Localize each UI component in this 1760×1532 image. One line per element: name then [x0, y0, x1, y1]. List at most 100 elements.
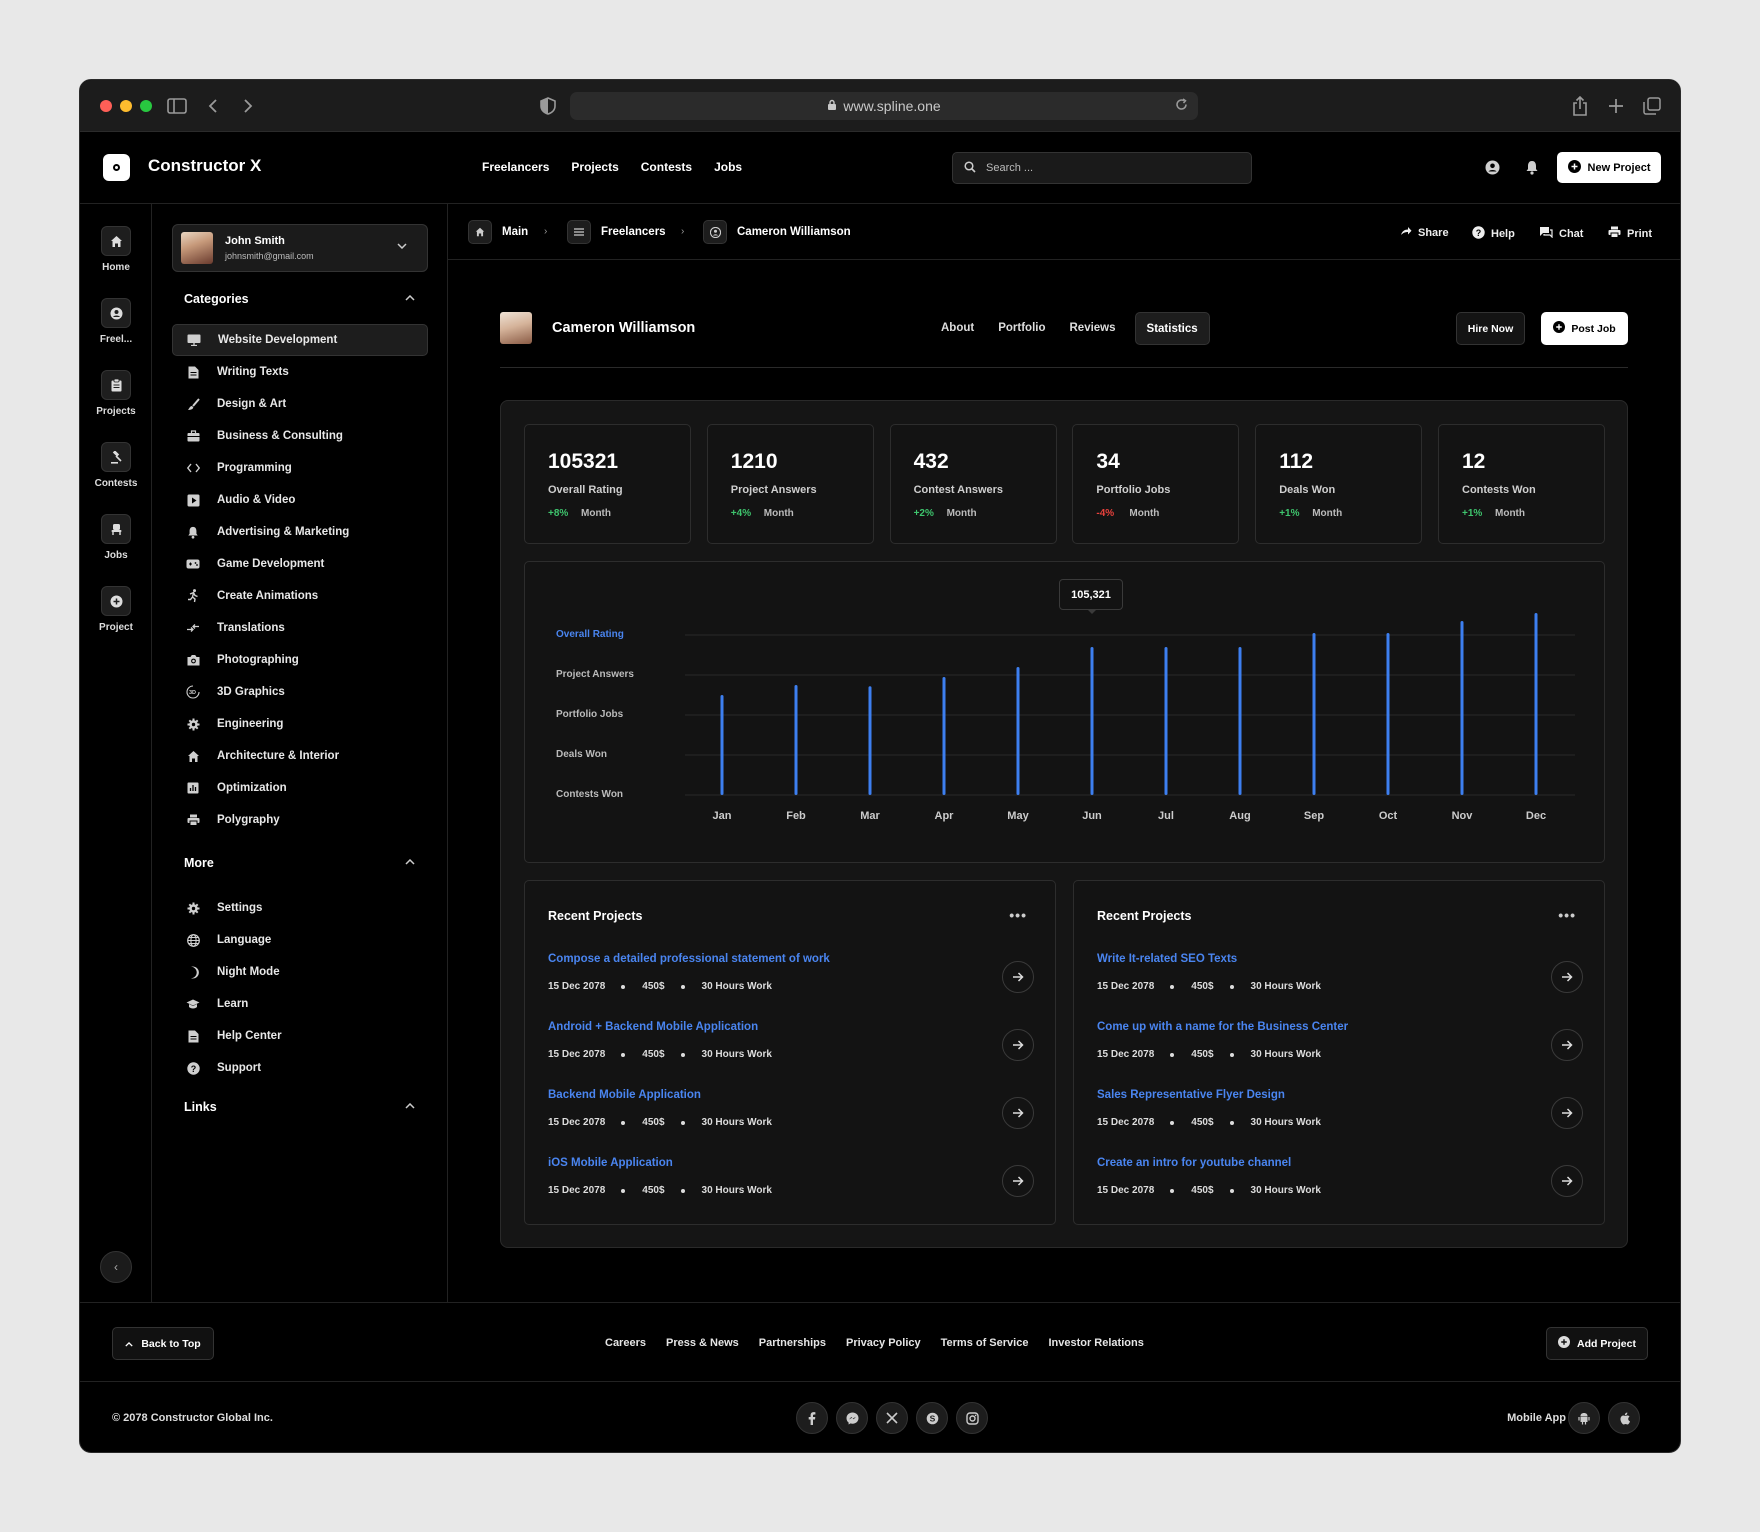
rail-item-projects[interactable]: Projects [80, 370, 152, 417]
rail-item-jobs[interactable]: Jobs [80, 514, 152, 561]
back-arrow-icon[interactable] [201, 94, 225, 118]
series-label[interactable]: Contests Won [556, 789, 623, 800]
reload-icon[interactable] [1175, 98, 1188, 114]
more-options-icon[interactable]: ••• [1558, 907, 1576, 923]
chart-bar[interactable] [1016, 667, 1020, 795]
more-options-icon[interactable]: ••• [1009, 907, 1027, 923]
sidebar-item-writing-texts[interactable]: Writing Texts [172, 356, 428, 388]
nav-link-projects[interactable]: Projects [571, 160, 618, 174]
sidebar-item-optimization[interactable]: Optimization [172, 772, 428, 804]
sidebar-item-polygraphy[interactable]: Polygraphy [172, 804, 428, 836]
user-switcher[interactable]: John Smith johnsmith@gmail.com [172, 224, 428, 272]
arrow-right-icon[interactable] [1002, 961, 1034, 993]
apple-icon[interactable] [1608, 1402, 1640, 1434]
chart-bar[interactable] [942, 677, 946, 795]
nav-link-contests[interactable]: Contests [641, 160, 692, 174]
breadcrumb-freelancers[interactable]: Freelancers [567, 220, 666, 244]
chevron-up-icon[interactable] [405, 857, 415, 868]
android-icon[interactable] [1568, 1402, 1600, 1434]
categories-heading[interactable]: Categories [184, 292, 249, 306]
footer-link-press[interactable]: Press & News [666, 1337, 739, 1349]
chart-bar[interactable] [720, 695, 724, 795]
rail-item-home[interactable]: Home [80, 226, 152, 273]
skype-icon[interactable]: S [916, 1402, 948, 1434]
project-title-link[interactable]: Write It-related SEO Texts [1097, 953, 1237, 965]
chevron-up-icon[interactable] [405, 1101, 415, 1112]
arrow-right-icon[interactable] [1551, 1097, 1583, 1129]
sidebar-item-language[interactable]: Language [172, 924, 428, 956]
stat-card[interactable]: 1210 Project Answers +4% Month [706, 424, 874, 544]
tabs-overview-icon[interactable] [1640, 94, 1664, 118]
chat-button[interactable]: Chat [1539, 226, 1583, 241]
facebook-icon[interactable] [796, 1402, 828, 1434]
sidebar-item-3d-graphics[interactable]: 3D 3D Graphics [172, 676, 428, 708]
sidebar-item-help-center[interactable]: Help Center [172, 1020, 428, 1052]
sidebar-item-business-consulting[interactable]: Business & Consulting [172, 420, 428, 452]
rail-item-contests[interactable]: Contests [80, 442, 152, 489]
sidebar-toggle-icon[interactable] [165, 94, 189, 118]
sidebar-item-engineering[interactable]: Engineering [172, 708, 428, 740]
more-heading[interactable]: More [184, 856, 214, 870]
maximize-window-dot[interactable] [140, 100, 152, 112]
sidebar-item-create-animations[interactable]: Create Animations [172, 580, 428, 612]
hire-now-button[interactable]: Hire Now [1456, 312, 1525, 345]
new-project-button[interactable]: New Project [1557, 152, 1661, 183]
rail-item-project[interactable]: Project [80, 586, 152, 633]
arrow-right-icon[interactable] [1002, 1097, 1034, 1129]
arrow-right-icon[interactable] [1551, 1165, 1583, 1197]
stat-card[interactable]: 34 Portfolio Jobs -4% Month [1072, 424, 1240, 544]
minimize-window-dot[interactable] [120, 100, 132, 112]
footer-link-privacy[interactable]: Privacy Policy [846, 1337, 921, 1349]
breadcrumb-cameron[interactable]: Cameron Williamson [703, 220, 851, 244]
chart-bar[interactable] [1238, 647, 1242, 795]
chart-bar[interactable] [1460, 621, 1464, 795]
project-title-link[interactable]: Android + Backend Mobile Application [548, 1021, 758, 1033]
footer-link-partnerships[interactable]: Partnerships [759, 1337, 826, 1349]
stat-card[interactable]: 105321 Overall Rating +8% Month [524, 424, 691, 544]
shield-icon[interactable] [536, 94, 560, 118]
notification-bell-icon[interactable] [1523, 158, 1541, 176]
rail-item-freelancers[interactable]: Freel... [80, 298, 152, 345]
sidebar-item-learn[interactable]: Learn [172, 988, 428, 1020]
account-icon[interactable] [1483, 158, 1501, 176]
add-project-button[interactable]: Add Project [1546, 1327, 1648, 1360]
sidebar-item-architecture-interior[interactable]: Architecture & Interior [172, 740, 428, 772]
share-icon[interactable] [1568, 94, 1592, 118]
project-title-link[interactable]: Sales Representative Flyer Design [1097, 1089, 1285, 1101]
series-label[interactable]: Deals Won [556, 749, 607, 760]
x-icon[interactable] [876, 1402, 908, 1434]
sidebar-item-programming[interactable]: Programming [172, 452, 428, 484]
messenger-icon[interactable] [836, 1402, 868, 1434]
print-button[interactable]: Print [1608, 226, 1652, 241]
series-label[interactable]: Portfolio Jobs [556, 709, 623, 720]
series-label[interactable]: Overall Rating [556, 629, 624, 640]
stat-card[interactable]: 112 Deals Won +1% Month [1255, 424, 1423, 544]
footer-link-investors[interactable]: Investor Relations [1048, 1337, 1143, 1349]
chart-bar[interactable] [794, 685, 798, 795]
help-button[interactable]: ? Help [1472, 226, 1515, 242]
brand-name[interactable]: Constructor X [148, 156, 261, 176]
search-input[interactable]: Search ... [952, 152, 1252, 184]
stat-card[interactable]: 12 Contests Won +1% Month [1438, 424, 1605, 544]
links-heading[interactable]: Links [184, 1100, 217, 1114]
back-to-top-button[interactable]: Back to Top [112, 1327, 214, 1360]
project-title-link[interactable]: Backend Mobile Application [548, 1089, 701, 1101]
footer-link-terms[interactable]: Terms of Service [941, 1337, 1029, 1349]
arrow-right-icon[interactable] [1551, 1029, 1583, 1061]
brand-logo[interactable] [103, 154, 130, 181]
tab-about[interactable]: About [930, 312, 985, 345]
project-title-link[interactable]: iOS Mobile Application [548, 1157, 673, 1169]
new-tab-icon[interactable] [1604, 94, 1628, 118]
tab-reviews[interactable]: Reviews [1059, 312, 1127, 345]
project-title-link[interactable]: Create an intro for youtube channel [1097, 1157, 1291, 1169]
sidebar-item-support[interactable]: ? Support [172, 1052, 428, 1084]
sidebar-item-game-development[interactable]: Game Development [172, 548, 428, 580]
share-button[interactable]: Share [1400, 226, 1449, 239]
nav-link-freelancers[interactable]: Freelancers [482, 160, 549, 174]
sidebar-item-audio-video[interactable]: Audio & Video [172, 484, 428, 516]
arrow-right-icon[interactable] [1002, 1165, 1034, 1197]
sidebar-item-advertising-marketing[interactable]: Advertising & Marketing [172, 516, 428, 548]
series-label[interactable]: Project Answers [556, 669, 634, 680]
instagram-icon[interactable] [956, 1402, 988, 1434]
close-window-dot[interactable] [100, 100, 112, 112]
